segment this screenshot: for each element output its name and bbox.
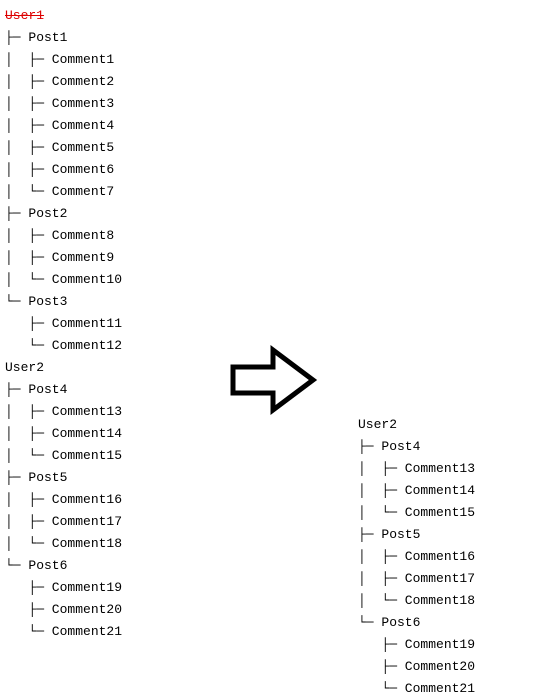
tree-line: │ ├─ Comment2 — [5, 71, 122, 93]
user1-label: User1 — [5, 5, 122, 27]
tree-line: │ ├─ Comment8 — [5, 225, 122, 247]
tree-line: ├─ Comment20 — [5, 599, 122, 621]
tree-line: │ └─ Comment10 — [5, 269, 122, 291]
tree-line: ├─ Post4 — [5, 379, 122, 401]
tree-line: │ └─ Comment18 — [358, 590, 475, 612]
tree-line: └─ Post6 — [5, 555, 122, 577]
source-tree: User1├─ Post1│ ├─ Comment1│ ├─ Comment2│… — [5, 5, 122, 643]
tree-line: User2 — [358, 414, 475, 436]
tree-line: └─ Comment21 — [5, 621, 122, 643]
tree-line: │ └─ Comment15 — [5, 445, 122, 467]
arrow-icon — [228, 345, 318, 419]
tree-line: │ ├─ Comment17 — [358, 568, 475, 590]
tree-line: │ ├─ Comment13 — [5, 401, 122, 423]
tree-line: │ ├─ Comment6 — [5, 159, 122, 181]
tree-line: │ ├─ Comment16 — [358, 546, 475, 568]
tree-line: │ ├─ Comment16 — [5, 489, 122, 511]
tree-line: ├─ Post1 — [5, 27, 122, 49]
tree-line: │ ├─ Comment14 — [5, 423, 122, 445]
tree-line: ├─ Comment11 — [5, 313, 122, 335]
diagram-page: User1├─ Post1│ ├─ Comment1│ ├─ Comment2│… — [0, 0, 536, 695]
tree-line: ├─ Comment20 — [358, 656, 475, 678]
tree-line: ├─ Post5 — [358, 524, 475, 546]
tree-line: │ ├─ Comment3 — [5, 93, 122, 115]
tree-line: └─ Comment12 — [5, 335, 122, 357]
tree-line: │ ├─ Comment13 — [358, 458, 475, 480]
tree-line: User2 — [5, 357, 122, 379]
tree-line: ├─ Post2 — [5, 203, 122, 225]
tree-line: ├─ Post5 — [5, 467, 122, 489]
tree-line: └─ Comment21 — [358, 678, 475, 700]
tree-line: ├─ Post4 — [358, 436, 475, 458]
tree-line: │ ├─ Comment1 — [5, 49, 122, 71]
tree-line: └─ Post3 — [5, 291, 122, 313]
tree-line: ├─ Comment19 — [5, 577, 122, 599]
tree-line: │ └─ Comment15 — [358, 502, 475, 524]
tree-line: │ ├─ Comment9 — [5, 247, 122, 269]
tree-line: │ ├─ Comment14 — [358, 480, 475, 502]
result-tree: User2├─ Post4│ ├─ Comment13│ ├─ Comment1… — [358, 414, 475, 700]
tree-line: │ ├─ Comment17 — [5, 511, 122, 533]
tree-line: │ ├─ Comment4 — [5, 115, 122, 137]
tree-line: │ └─ Comment7 — [5, 181, 122, 203]
tree-line: └─ Post6 — [358, 612, 475, 634]
tree-line: │ └─ Comment18 — [5, 533, 122, 555]
tree-line: ├─ Comment19 — [358, 634, 475, 656]
tree-line: │ ├─ Comment5 — [5, 137, 122, 159]
